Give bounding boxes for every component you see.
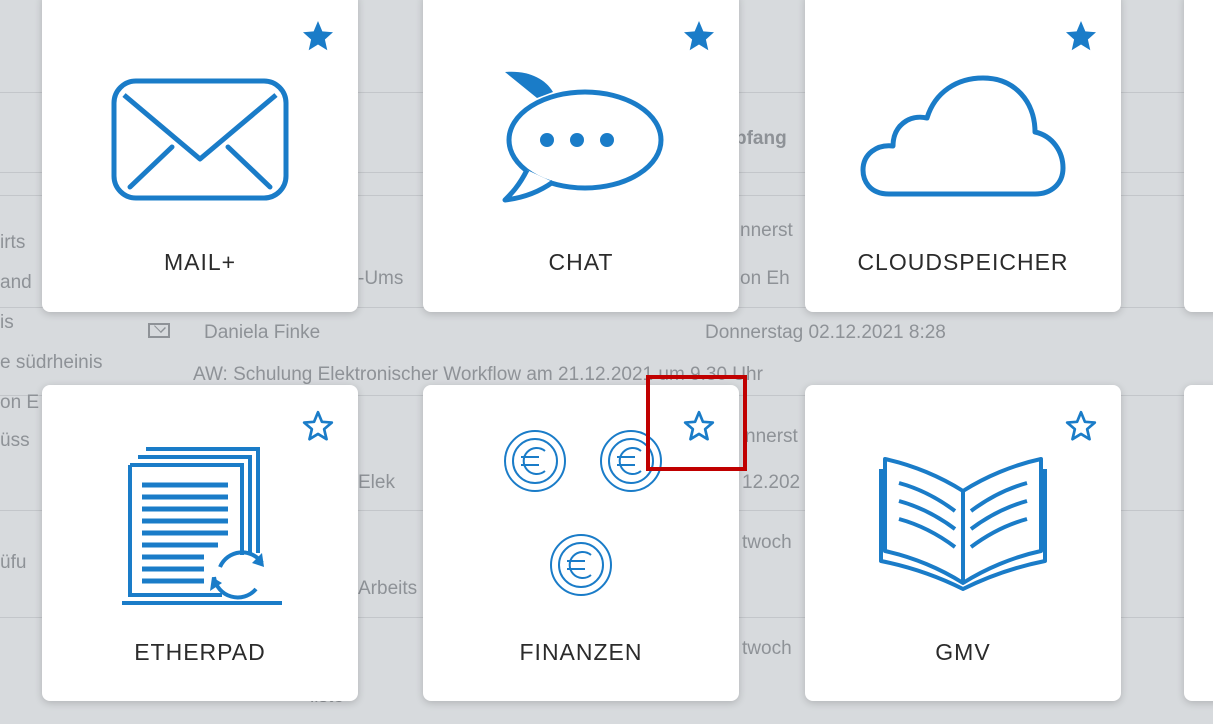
open-book-icon <box>879 457 1047 591</box>
favorite-star-filled-icon[interactable] <box>1063 18 1099 54</box>
app-tile-mail[interactable]: MAIL+ <box>42 0 358 312</box>
bg-fragment: nnerst <box>745 426 798 447</box>
favorite-star-outline-icon[interactable] <box>300 408 336 444</box>
bg-fragment: Arbeits <box>358 578 418 599</box>
mail-icon <box>148 323 170 338</box>
bg-fragment: Elek <box>358 472 395 493</box>
app-tile-partial[interactable] <box>1184 385 1213 701</box>
bg-fragment: twoch <box>742 532 792 553</box>
app-tile-cloudspeicher[interactable]: CLOUDSPEICHER <box>805 0 1121 312</box>
document-sync-icon <box>122 447 282 605</box>
bg-fragment: and <box>0 272 32 293</box>
chat-bubble-icon <box>502 71 664 203</box>
app-tile-gmv[interactable]: GMV <box>805 385 1121 701</box>
bg-fragment: nnerst <box>740 220 793 241</box>
bg-fragment: is <box>0 312 14 333</box>
bg-date: Donnerstag 02.12.2021 8:28 <box>705 322 946 343</box>
bg-fragment: on Eh <box>740 268 790 289</box>
tile-label: GMV <box>935 639 991 665</box>
favorite-star-filled-icon[interactable] <box>300 18 336 54</box>
app-tile-partial[interactable] <box>1184 0 1213 312</box>
app-tile-finanzen[interactable]: FINANZEN <box>423 385 739 701</box>
app-tile-chat[interactable]: CHAT <box>423 0 739 312</box>
bg-fragment: 12.202 <box>742 472 801 493</box>
tile-label: CHAT <box>548 249 614 275</box>
tile-label: FINANZEN <box>519 639 643 665</box>
bg-fragment: irts <box>0 232 26 253</box>
tile-label: CLOUDSPEICHER <box>857 249 1069 275</box>
bg-fragment: e südrheinis <box>0 352 103 373</box>
bg-fragment: on E <box>0 392 40 413</box>
euro-coins-icon <box>504 430 662 596</box>
cloud-icon <box>860 75 1066 197</box>
bg-fragment: twoch <box>742 638 792 659</box>
mail-envelope-icon <box>111 78 289 201</box>
app-tile-etherpad[interactable]: ETHERPAD <box>42 385 358 701</box>
bg-subject: AW: Schulung Elektronischer Workflow am … <box>193 364 763 385</box>
favorite-star-outline-icon[interactable] <box>1063 408 1099 444</box>
tile-label: MAIL+ <box>163 249 237 275</box>
bg-fragment: üss <box>0 430 30 451</box>
bg-sender: Daniela Finke <box>204 322 321 343</box>
bg-fragment: -Ums <box>358 268 404 289</box>
bg-fragment: pfang <box>735 128 787 149</box>
bg-fragment: üfu <box>0 552 27 573</box>
tile-label: ETHERPAD <box>134 639 266 665</box>
favorite-star-filled-icon[interactable] <box>681 18 717 54</box>
favorite-star-outline-icon[interactable] <box>681 408 717 444</box>
